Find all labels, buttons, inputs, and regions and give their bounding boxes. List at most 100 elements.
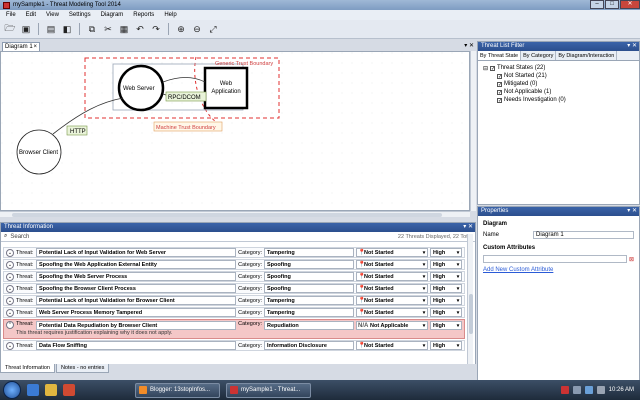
menu-diagram[interactable]: Diagram — [101, 12, 124, 18]
dropdown-icon[interactable]: ▾ — [421, 286, 427, 292]
priority-select[interactable]: High ▾ — [430, 296, 462, 305]
checkbox[interactable]: ✓ — [497, 97, 502, 103]
state-select[interactable]: N/A Not Applicable ▾ — [356, 321, 428, 330]
threat-row[interactable]: ⌄ Threat: Spoofing the Web Application E… — [3, 259, 465, 270]
expand-icon[interactable]: ⌄ — [6, 248, 14, 257]
category-field[interactable]: Tampering — [264, 308, 354, 317]
threat-name-field[interactable]: Potential Data Repudiation by Browser Cl… — [36, 321, 236, 330]
tab-by-diagram[interactable]: By Diagram/Interaction — [556, 51, 618, 60]
threat-row[interactable]: ⌄ Threat: Potential Lack of Input Valida… — [3, 295, 465, 306]
tray-network-icon[interactable] — [584, 386, 593, 394]
category-field[interactable]: Repudiation — [264, 321, 354, 330]
menu-file[interactable]: File — [6, 12, 16, 18]
dropdown-icon[interactable]: ▾ — [455, 274, 461, 280]
new-icon[interactable]: ▤ — [45, 23, 57, 35]
panel-pin-icon[interactable]: ▾ ✕ — [627, 207, 637, 216]
state-select[interactable]: 📍 Not Started ▾ — [356, 308, 428, 317]
priority-select[interactable]: High ▾ — [430, 260, 462, 269]
threat-name-field[interactable]: Potential Lack of Input Validation for B… — [36, 296, 236, 305]
threat-row[interactable]: ⌄ Threat: Potential Lack of Input Valida… — [3, 247, 465, 258]
category-field[interactable]: Spoofing — [264, 272, 354, 281]
expand-icon[interactable]: ⌄ — [6, 341, 14, 350]
tree-root[interactable]: ⊟ ✓ Threat States (22) — [483, 64, 634, 72]
tab-by-threat-state[interactable]: By Threat State — [478, 51, 522, 60]
dropdown-icon[interactable]: ▾ — [421, 298, 427, 304]
name-field[interactable]: Diagram 1 — [533, 231, 634, 239]
dropdown-icon[interactable]: ▾ — [421, 250, 427, 256]
tab-notes[interactable]: Notes - no entries — [55, 364, 110, 373]
tree-item[interactable]: ✓ Needs Investigation (0) — [483, 96, 634, 104]
dropdown-icon[interactable]: ▾ — [455, 343, 461, 349]
state-select[interactable]: 📍 Not Started ▾ — [356, 272, 428, 281]
copy-icon[interactable]: ⧉ — [86, 23, 98, 35]
minimize-button[interactable]: – — [590, 0, 604, 9]
priority-select[interactable]: High ▾ — [430, 248, 462, 257]
expand-icon[interactable]: ⌄ — [6, 260, 14, 269]
tray-security-icon[interactable] — [560, 386, 569, 394]
tray-volume-icon[interactable] — [596, 386, 605, 394]
category-field[interactable]: Spoofing — [264, 260, 354, 269]
cut-icon[interactable]: ✂ — [102, 23, 114, 35]
threat-name-field[interactable]: Data Flow Sniffing — [36, 341, 236, 350]
paste-icon[interactable]: ▦ — [118, 23, 130, 35]
expand-icon[interactable]: ⌄ — [6, 272, 14, 281]
redo-icon[interactable]: ↷ — [150, 23, 162, 35]
priority-select[interactable]: High ▾ — [430, 272, 462, 281]
threat-row-selected[interactable]: ⌃ Threat: Potential Data Repudiation by … — [3, 319, 465, 339]
collapse-icon[interactable]: ⊟ — [483, 65, 488, 72]
dropdown-icon[interactable]: ▾ — [455, 250, 461, 256]
dropdown-icon[interactable]: ▾ — [455, 286, 461, 292]
scroll-thumb[interactable] — [12, 213, 442, 217]
diagram-canvas[interactable]: Web Server Web Application RPC/DCOM HTTP… — [0, 51, 470, 211]
tab-diagram-1[interactable]: Diagram 1 × — [2, 42, 40, 51]
dropdown-icon[interactable]: ▾ — [455, 310, 461, 316]
threat-name-field[interactable]: Spoofing the Browser Client Process — [36, 284, 236, 293]
priority-select[interactable]: High ▾ — [430, 284, 462, 293]
checkbox[interactable]: ✓ — [490, 65, 495, 71]
checkbox[interactable]: ✓ — [497, 73, 502, 79]
folder-icon[interactable] — [45, 384, 57, 396]
threat-name-field[interactable]: Spoofing the Web Application External En… — [36, 260, 236, 269]
media-icon[interactable] — [63, 384, 75, 396]
menu-edit[interactable]: Edit — [26, 12, 36, 18]
canvas-vertical-scrollbar[interactable] — [470, 51, 476, 211]
scroll-thumb[interactable] — [469, 294, 473, 334]
save-icon[interactable]: ▣ — [20, 23, 32, 35]
undo-icon[interactable]: ↶ — [134, 23, 146, 35]
zoom-in-icon[interactable]: ⊕ — [175, 23, 187, 35]
tree-item[interactable]: ✓ Not Applicable (1) — [483, 88, 634, 96]
web-application-entity[interactable] — [203, 66, 249, 110]
fit-icon[interactable]: ⤢ — [207, 23, 219, 35]
tree-item[interactable]: ✓ Mitigated (0) — [483, 80, 634, 88]
threat-name-field[interactable]: Potential Lack of Input Validation for W… — [36, 248, 236, 257]
panel-pin-icon[interactable]: ▾ ✕ — [463, 223, 473, 232]
checkbox[interactable]: ✓ — [497, 89, 502, 95]
state-select[interactable]: 📍 Not Started ▾ — [356, 248, 428, 257]
delete-attribute-icon[interactable]: ⊠ — [629, 256, 634, 263]
open-icon[interactable]: 🗁 — [4, 23, 16, 35]
taskbar-item-blogger[interactable]: Blogger: 13stopInfos... — [135, 382, 220, 398]
zoom-out-icon[interactable]: ⊖ — [191, 23, 203, 35]
dropdown-icon[interactable]: ▾ — [455, 323, 461, 329]
threat-row[interactable]: ⌄ Threat: Data Flow Sniffing Category: I… — [3, 340, 465, 351]
dropdown-icon[interactable]: ▾ — [421, 343, 427, 349]
priority-select[interactable]: High ▾ — [430, 341, 462, 350]
ie-icon[interactable] — [27, 384, 39, 396]
dropdown-icon[interactable]: ▾ — [421, 323, 427, 329]
menu-help[interactable]: Help — [164, 12, 176, 18]
canvas-horizontal-scrollbar[interactable] — [0, 211, 470, 217]
tree-item[interactable]: ✓ Not Started (21) — [483, 72, 634, 80]
view-icon[interactable]: ◧ — [61, 23, 73, 35]
close-tab-icon[interactable]: × — [33, 43, 37, 51]
expand-icon[interactable]: ⌄ — [6, 308, 14, 317]
custom-attribute-field[interactable] — [483, 255, 627, 263]
threat-name-field[interactable]: Web Server Process Memory Tampered — [36, 308, 236, 317]
dropdown-icon[interactable]: ▾ — [421, 310, 427, 316]
dropdown-icon[interactable]: ▾ — [421, 262, 427, 268]
threat-row[interactable]: ⌄ Threat: Spoofing the Web Server Proces… — [3, 271, 465, 282]
expand-icon[interactable]: ⌄ — [6, 284, 14, 293]
state-select[interactable]: 📍 Not Started ▾ — [356, 260, 428, 269]
maximize-button[interactable]: □ — [605, 0, 619, 9]
search-input[interactable]: Search — [10, 234, 398, 240]
threat-name-field[interactable]: Spoofing the Web Server Process — [36, 272, 236, 281]
